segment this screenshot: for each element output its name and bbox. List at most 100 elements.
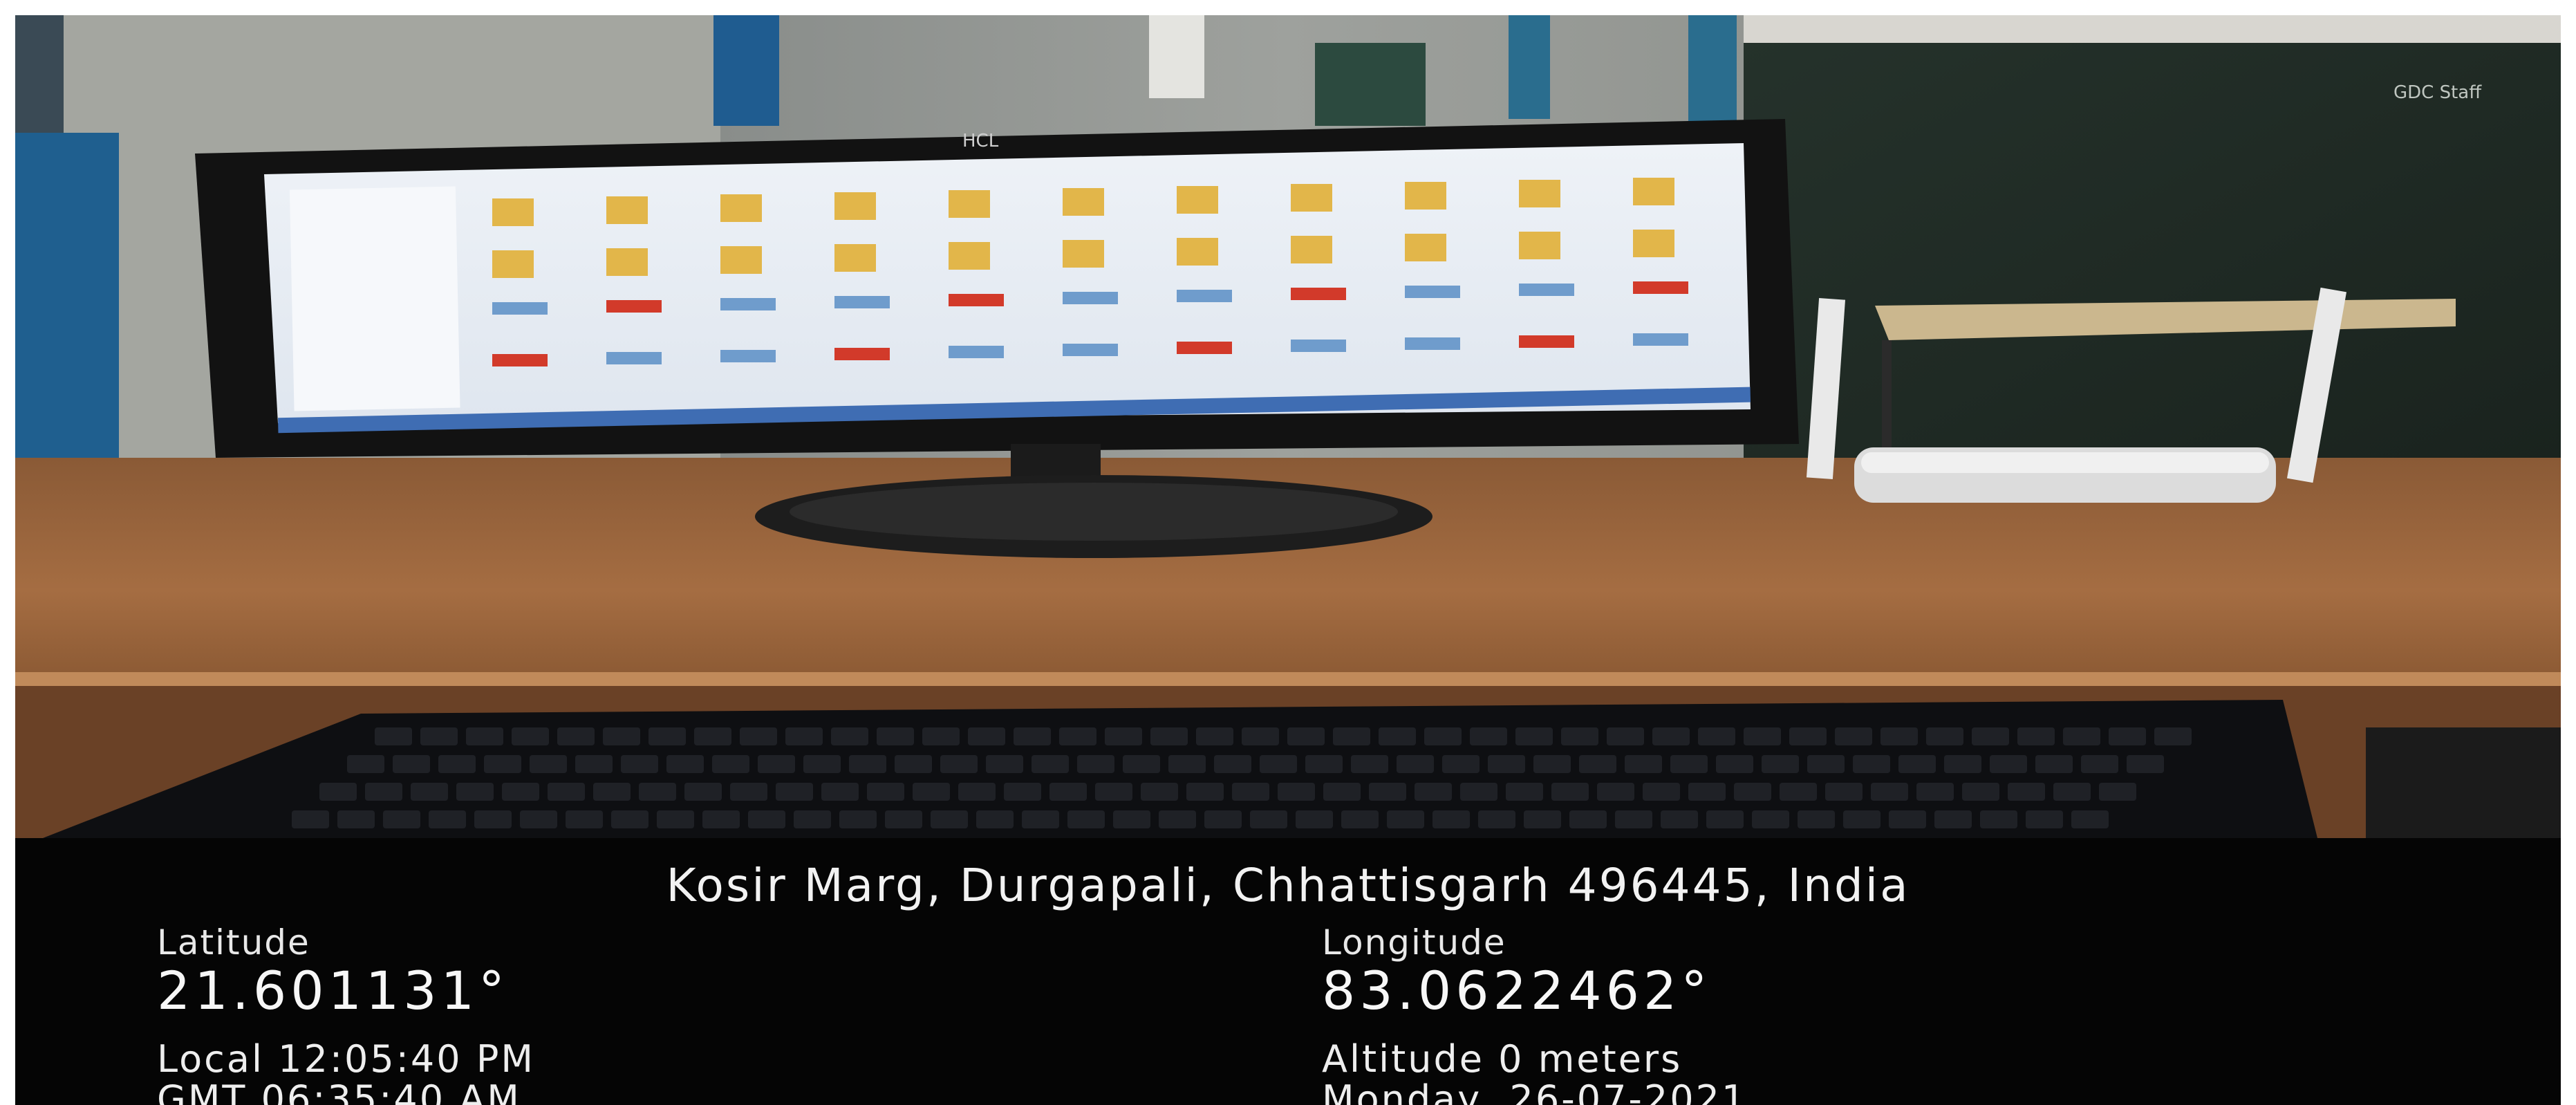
- keyboard-key: [1643, 783, 1680, 801]
- keyboard-key: [1916, 783, 1954, 801]
- keyboard-key: [1232, 783, 1269, 801]
- keyboard-key: [1159, 810, 1196, 828]
- keyboard-key: [1744, 727, 1781, 745]
- keyboard-key: [1387, 810, 1424, 828]
- keyboard-key: [1569, 810, 1607, 828]
- local-time: Local 12:05:40 PM: [157, 1037, 535, 1081]
- keyboard-key: [958, 783, 996, 801]
- keyboard-key: [1287, 727, 1325, 745]
- keyboard-key: [694, 727, 731, 745]
- keyboard: [43, 700, 2317, 838]
- keyboard-key: [1661, 810, 1698, 828]
- keyboard-key: [877, 727, 914, 745]
- keyboard-key: [1141, 783, 1178, 801]
- folder-icon: [606, 196, 648, 224]
- keyboard-key: [1415, 783, 1452, 801]
- keyboard-key: [1305, 755, 1343, 773]
- keyboard-key: [1597, 783, 1634, 801]
- folder-icon: [1633, 230, 1674, 257]
- address-text: Kosir Marg, Durgapali, Chhattisgarh 4964…: [666, 859, 1910, 912]
- gmt-time: GMT 06:35:40 AM: [157, 1077, 521, 1105]
- keyboard-key: [1551, 783, 1589, 801]
- keyboard-key: [1333, 727, 1370, 745]
- keyboard-key: [1460, 783, 1497, 801]
- keyboard-key: [1579, 755, 1616, 773]
- keyboard-key: [456, 783, 494, 801]
- folder-icon: [834, 192, 876, 220]
- keyboard-key: [1204, 810, 1242, 828]
- file-icon: [1519, 284, 1574, 296]
- keyboard-key: [1095, 783, 1132, 801]
- keyboard-key: [1105, 727, 1142, 745]
- file-icon: [720, 298, 776, 310]
- file-icon: [1063, 292, 1118, 304]
- keyboard-key: [730, 783, 767, 801]
- folder-icon: [1405, 182, 1446, 210]
- folder-icon: [1405, 234, 1446, 261]
- keyboard-key: [1296, 810, 1333, 828]
- keyboard-key: [383, 810, 420, 828]
- keyboard-key: [429, 810, 466, 828]
- keyboard-key: [1889, 810, 1926, 828]
- keyboard-key: [1113, 810, 1150, 828]
- file-icon: [1519, 335, 1574, 348]
- keyboard-key: [292, 810, 329, 828]
- keyboard-key: [976, 810, 1014, 828]
- keyboard-key: [1196, 727, 1233, 745]
- folder-icon: [1291, 184, 1332, 212]
- keyboard-key: [922, 727, 960, 745]
- keyboard-key: [1032, 755, 1069, 773]
- keyboard-key: [968, 727, 1005, 745]
- keyboard-key: [365, 783, 402, 801]
- keyboard-key: [1004, 783, 1041, 801]
- keyboard-key: [1688, 783, 1726, 801]
- keyboard-key: [1972, 727, 2009, 745]
- keyboard-key: [548, 783, 585, 801]
- keyboard-key: [474, 810, 512, 828]
- keyboard-key: [776, 783, 813, 801]
- folder-icon: [720, 246, 762, 274]
- keyboard-key: [1835, 727, 1872, 745]
- keyboard-key: [1843, 810, 1880, 828]
- keyboard-key: [657, 810, 694, 828]
- keyboard-key: [1515, 727, 1553, 745]
- geo-stamp-overlay: Kosir Marg, Durgapali, Chhattisgarh 4964…: [15, 838, 2561, 1105]
- file-icon: [492, 302, 548, 315]
- keyboard-key: [740, 727, 777, 745]
- keyboard-key: [1123, 755, 1160, 773]
- keyboard-key: [1652, 727, 1690, 745]
- keyboard-key: [1278, 783, 1315, 801]
- date: Monday, 26-07-2021: [1322, 1077, 1748, 1105]
- folder-icon: [720, 194, 762, 222]
- file-icon: [1177, 290, 1232, 302]
- keyboard-key: [1706, 810, 1744, 828]
- keyboard-key: [393, 755, 430, 773]
- file-icon: [606, 300, 662, 313]
- file-icon: [1063, 344, 1118, 356]
- keyboard-key: [2099, 783, 2136, 801]
- file-icon: [834, 296, 890, 308]
- keyboard-key: [666, 755, 704, 773]
- keyboard-key: [1871, 783, 1908, 801]
- keyboard-key: [1150, 727, 1188, 745]
- keyboard-key: [2026, 810, 2063, 828]
- keyboard-key: [684, 783, 722, 801]
- keyboard-key: [1077, 755, 1114, 773]
- folder-icon: [1519, 180, 1560, 207]
- keyboard-key: [566, 810, 603, 828]
- folder-icon: [1177, 186, 1218, 214]
- keyboard-key: [1250, 810, 1287, 828]
- keyboard-key: [438, 755, 476, 773]
- file-icon: [492, 354, 548, 366]
- folder-icon: [949, 242, 990, 270]
- folder-icon: [606, 248, 648, 276]
- left-column: Latitude 21.601131° Local 12:05:40 PM GM…: [157, 922, 535, 1105]
- keyboard-key: [748, 810, 785, 828]
- keyboard-key: [520, 810, 557, 828]
- file-icon: [1405, 286, 1460, 298]
- keyboard-key: [1898, 755, 1936, 773]
- keyboard-key: [1186, 783, 1224, 801]
- right-column: Longitude 83.0622462° Altitude 0 meters …: [1322, 922, 1747, 1105]
- keyboard-key: [319, 783, 357, 801]
- folder-icon: [834, 244, 876, 272]
